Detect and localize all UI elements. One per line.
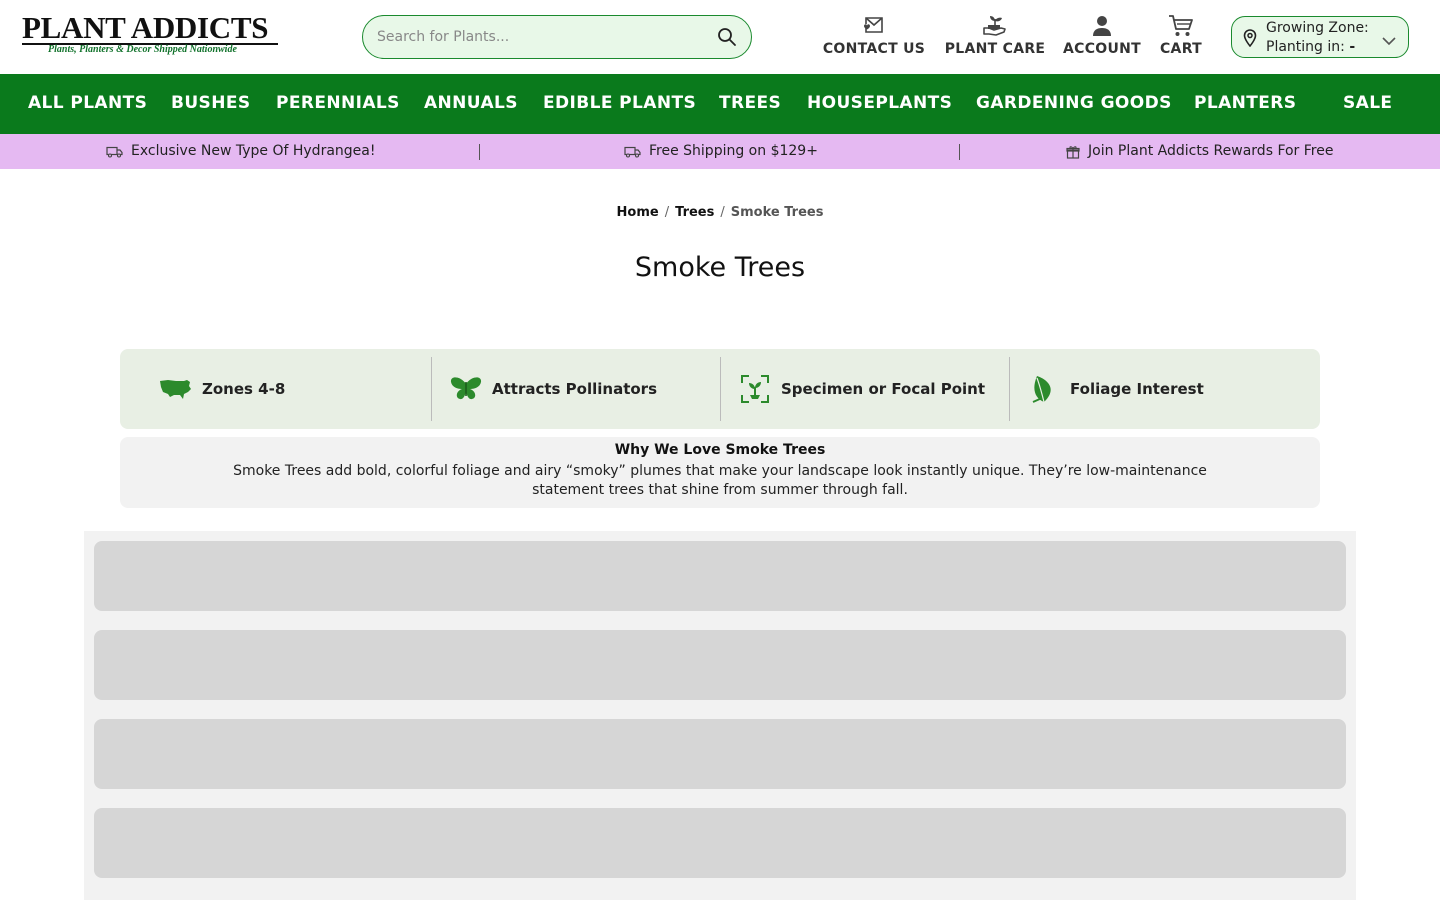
promo-divider <box>479 144 480 160</box>
why-title: Why We Love Smoke Trees <box>614 442 826 458</box>
skeleton-row <box>94 630 1346 700</box>
growing-zone-selector[interactable]: Growing Zone: Planting in: - <box>1231 16 1409 58</box>
breadcrumb: Home / Trees / Smoke Trees <box>0 205 1440 220</box>
contact-us-label: CONTACT US <box>822 41 926 57</box>
search-input[interactable] <box>377 16 707 58</box>
skeleton-row <box>94 808 1346 878</box>
account-label: ACCOUNT <box>1062 41 1142 57</box>
promo-divider <box>959 144 960 160</box>
feature-pollinators: Attracts Pollinators <box>448 349 657 429</box>
nav-all-plants[interactable]: ALL PLANTS <box>28 74 147 134</box>
promo-bar: Exclusive New Type Of Hydrangea! Free Sh… <box>0 134 1440 169</box>
hand-sprout-icon <box>981 14 1009 38</box>
search-bar <box>362 15 752 59</box>
truck-icon <box>624 146 641 158</box>
account-link[interactable]: ACCOUNT <box>1062 14 1142 60</box>
feature-pollinators-text: Attracts Pollinators <box>492 380 658 398</box>
feature-divider <box>431 357 432 421</box>
feature-specimen-text: Specimen or Focal Point <box>781 380 985 398</box>
planting-in-value: - <box>1349 39 1356 55</box>
nav-edible-plants[interactable]: EDIBLE PLANTS <box>543 74 696 134</box>
feature-divider <box>1009 357 1010 421</box>
nav-planters[interactable]: PLANTERS <box>1194 74 1296 134</box>
breadcrumb-current: Smoke Trees <box>730 205 824 220</box>
feature-zones-text: Zones 4-8 <box>202 380 286 398</box>
why-we-love-box: Why We Love Smoke Trees Smoke Trees add … <box>120 437 1320 508</box>
site-header: PLANT ADDICTS Plants, Planters & Decor S… <box>0 0 1440 74</box>
page-title: Smoke Trees <box>634 252 806 283</box>
breadcrumb-home[interactable]: Home <box>617 205 659 220</box>
main-navigation: ALL PLANTS BUSHES PERENNIALS ANNUALS EDI… <box>0 74 1440 134</box>
skeleton-row <box>94 719 1346 789</box>
envelope-heart-icon <box>860 14 888 38</box>
planting-in-line: Planting in: - <box>1266 39 1355 55</box>
promo-free-shipping-text: Free Shipping on $129+ <box>649 143 818 159</box>
cart-link[interactable]: CART <box>1158 14 1204 60</box>
nav-sale[interactable]: SALE <box>1343 74 1392 134</box>
feature-divider <box>720 357 721 421</box>
growing-zone-label: Growing Zone: <box>1266 20 1369 36</box>
promo-hydrangea-text: Exclusive New Type Of Hydrangea! <box>131 143 376 159</box>
cart-icon <box>1167 14 1195 38</box>
plant-care-link[interactable]: PLANT CARE <box>944 14 1046 60</box>
promo-free-shipping[interactable]: Free Shipping on $129+ <box>624 134 818 169</box>
truck-icon <box>106 146 123 158</box>
nav-bushes[interactable]: BUSHES <box>171 74 251 134</box>
breadcrumb-separator: / <box>664 205 670 220</box>
skeleton-row <box>94 541 1346 611</box>
user-icon <box>1088 14 1116 38</box>
contact-us-link[interactable]: CONTACT US <box>822 14 926 60</box>
breadcrumb-trees[interactable]: Trees <box>675 205 714 220</box>
gift-icon <box>1066 145 1080 159</box>
feature-specimen: Specimen or Focal Point <box>737 349 985 429</box>
why-body: Smoke Trees add bold, colorful foliage a… <box>233 463 1207 498</box>
location-pin-icon <box>1243 29 1257 51</box>
leaf-icon <box>1026 373 1062 405</box>
chevron-down-icon <box>1382 31 1396 50</box>
nav-gardening-goods[interactable]: GARDENING GOODS <box>976 74 1172 134</box>
feature-foliage-text: Foliage Interest <box>1070 380 1204 398</box>
nav-annuals[interactable]: ANNUALS <box>424 74 518 134</box>
plant-care-label: PLANT CARE <box>944 41 1046 57</box>
breadcrumb-separator: / <box>720 205 725 220</box>
promo-hydrangea[interactable]: Exclusive New Type Of Hydrangea! <box>106 134 375 169</box>
feature-zones: Zones 4-8 <box>158 349 285 429</box>
cart-label: CART <box>1159 41 1202 57</box>
focal-plant-icon <box>737 373 773 405</box>
planting-in-label: Planting in: <box>1266 39 1345 55</box>
promo-rewards[interactable]: Join Plant Addicts Rewards For Free <box>1066 134 1333 169</box>
site-logo[interactable]: PLANT ADDICTS Plants, Planters & Decor S… <box>22 12 282 60</box>
logo-title: PLANT ADDICTS <box>22 10 269 45</box>
nav-perennials[interactable]: PERENNIALS <box>276 74 400 134</box>
nav-houseplants[interactable]: HOUSEPLANTS <box>807 74 952 134</box>
butterfly-icon <box>448 373 484 405</box>
usa-map-icon <box>158 373 194 405</box>
promo-rewards-text: Join Plant Addicts Rewards For Free <box>1088 143 1334 159</box>
search-icon[interactable] <box>717 27 737 47</box>
product-list-loading <box>84 531 1356 900</box>
nav-trees[interactable]: TREES <box>719 74 781 134</box>
logo-tagline: Plants, Planters & Decor Shipped Nationw… <box>48 44 237 55</box>
feature-foliage: Foliage Interest <box>1026 349 1204 429</box>
feature-strip: Zones 4-8 Attracts Pollinators Specimen … <box>120 349 1320 429</box>
